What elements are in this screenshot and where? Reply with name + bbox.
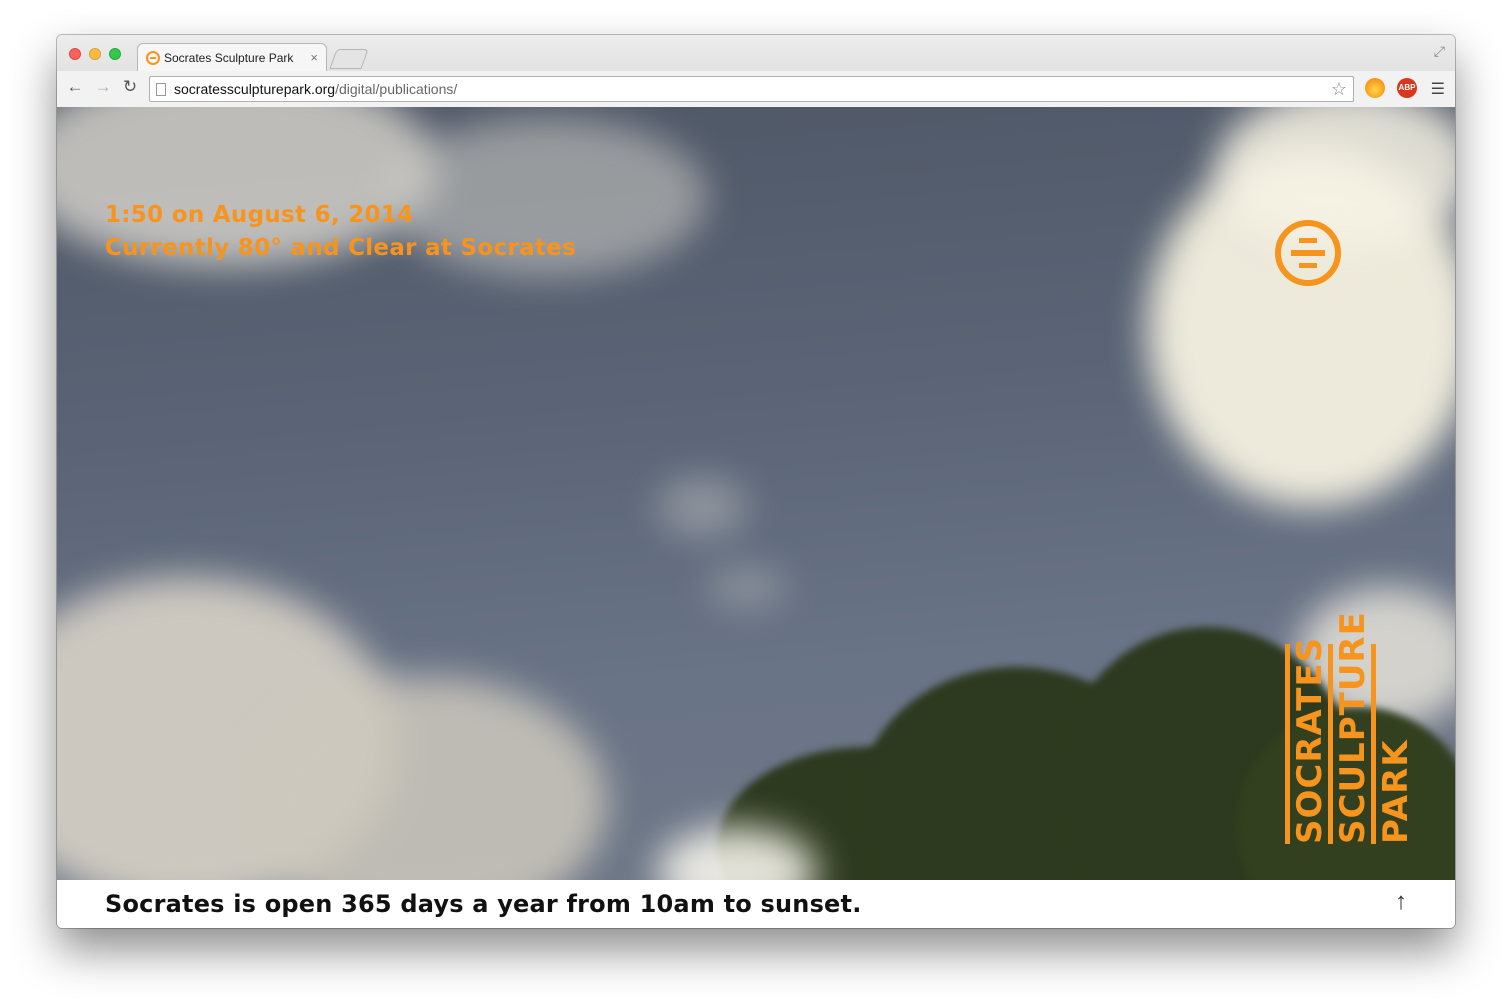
menu-icon[interactable]: ☰ [1431, 79, 1445, 99]
zoom-window-button[interactable] [109, 48, 121, 60]
logo-bar-bottom [1299, 263, 1317, 268]
hours-text: Socrates is open 365 days a year from 10… [105, 890, 862, 918]
back-arrow-icon[interactable]: ← [64, 77, 86, 97]
cloud-shape [657, 477, 747, 537]
page-content: 1:50 on August 6, 2014 Currently 80° and… [57, 107, 1455, 928]
wordmark-line-2: SCULPTURE [1328, 611, 1373, 844]
footer-bar: Socrates is open 365 days a year from 10… [57, 880, 1455, 928]
url-host: socratessculpturepark.org [174, 81, 336, 97]
browser-window: Socrates Sculpture Park × ⤢ ← → ↻ socrat… [57, 35, 1455, 928]
hero-sky-image: 1:50 on August 6, 2014 Currently 80° and… [57, 107, 1455, 880]
logo-bar-middle [1291, 250, 1325, 256]
extension-fire-icon[interactable] [1365, 78, 1385, 98]
new-tab-button[interactable] [329, 49, 369, 69]
weather-line: Currently 80° and Clear at Socrates [105, 235, 577, 261]
address-bar[interactable]: socratessculpturepark.org/digital/public… [149, 76, 1354, 102]
forward-arrow-icon[interactable]: → [92, 77, 114, 97]
browser-toolbar: ← → ↻ socratessculpturepark.org/digital/… [57, 71, 1455, 107]
adblock-plus-icon[interactable]: ABP [1397, 78, 1417, 98]
minimize-window-button[interactable] [89, 48, 101, 60]
wordmark-line-1: SOCRATES [1285, 637, 1330, 844]
reload-icon[interactable]: ↻ [119, 77, 141, 97]
time-line: 1:50 on August 6, 2014 [105, 202, 414, 228]
url-path: /digital/publications/ [335, 81, 458, 97]
tab-socrates[interactable]: Socrates Sculpture Park × [137, 43, 327, 71]
socrates-wordmark[interactable]: SOCRATES SCULPTURE PARK [1285, 611, 1416, 844]
wordmark-line-3: PARK [1371, 644, 1416, 844]
socrates-favicon-icon [146, 50, 160, 65]
tab-close-icon[interactable]: × [310, 50, 318, 65]
bookmark-star-icon[interactable]: ☆ [1331, 79, 1347, 100]
socrates-logo-icon[interactable] [1275, 220, 1341, 286]
time-weather-text: 1:50 on August 6, 2014 Currently 80° and… [105, 199, 576, 265]
tab-title: Socrates Sculpture Park [164, 50, 294, 65]
close-window-button[interactable] [69, 48, 81, 60]
page-icon [156, 82, 166, 96]
cloud-shape [707, 567, 787, 607]
url-text[interactable]: socratessculpturepark.org/digital/public… [174, 81, 457, 97]
logo-bar-top [1299, 238, 1317, 243]
browser-chrome: Socrates Sculpture Park × ⤢ ← → ↻ socrat… [57, 35, 1455, 107]
fullscreen-icon[interactable]: ⤢ [1434, 43, 1445, 60]
scroll-to-top-icon[interactable]: ↑ [1395, 888, 1407, 916]
